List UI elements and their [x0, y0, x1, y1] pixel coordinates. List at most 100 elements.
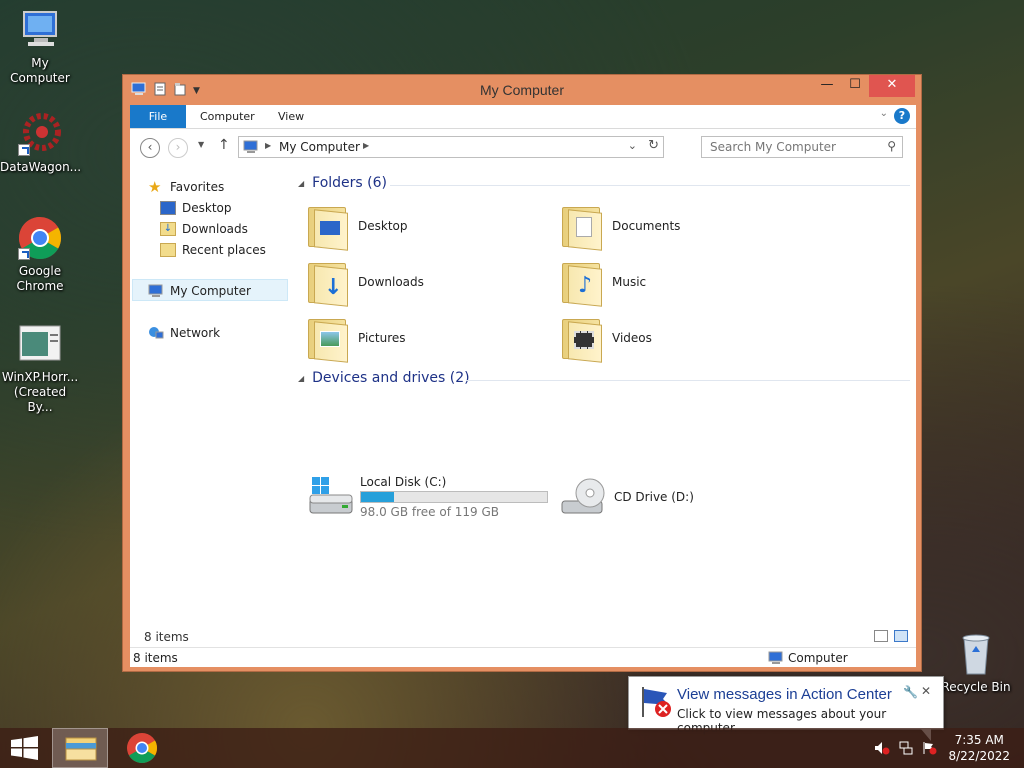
nav-desktop[interactable]: Desktop: [160, 198, 232, 218]
tab-computer[interactable]: Computer: [186, 105, 269, 128]
maximize-button[interactable]: ☐: [841, 75, 869, 97]
nav-network[interactable]: Network: [148, 323, 220, 343]
star-icon: ★: [148, 178, 162, 196]
minimize-button[interactable]: —: [813, 75, 841, 97]
group-divider: [390, 185, 910, 186]
notification-close-button[interactable]: ✕: [921, 684, 931, 698]
action-center-tray-icon[interactable]: [922, 741, 938, 755]
breadcrumb-separator-icon: ▶: [265, 141, 272, 150]
title-bar[interactable]: ▼ My Computer — ☐ ✕: [123, 75, 921, 105]
shortcut-arrow-icon: [18, 144, 30, 156]
folder-label: Documents: [612, 219, 681, 233]
details-view-icon[interactable]: [874, 630, 888, 642]
drive-tile-local-disk[interactable]: Local Disk (C:) 98.0 GB free of 119 GB: [306, 475, 548, 519]
folder-tile-music[interactable]: ♪ Music: [560, 259, 647, 307]
volume-muted-icon[interactable]: [874, 741, 890, 755]
wrench-icon[interactable]: 🔧: [903, 685, 918, 699]
explorer-window: ▼ My Computer — ☐ ✕ File Computer View ⌄…: [122, 74, 922, 672]
nav-my-computer[interactable]: My Computer: [148, 281, 251, 301]
tab-view[interactable]: View: [264, 105, 318, 128]
nav-downloads[interactable]: ↓ Downloads: [160, 219, 248, 239]
ribbon-tabs: File Computer View ⌄ ?: [130, 105, 916, 129]
desktop-icon-label: My Computer: [10, 56, 70, 85]
desktop-icon-winxp[interactable]: WinXP.Horr... (Created By...: [0, 322, 80, 415]
folder-tile-documents[interactable]: Documents: [560, 203, 681, 251]
folder-tile-desktop[interactable]: Desktop: [306, 203, 408, 251]
nav-recent-places[interactable]: Recent places: [160, 240, 266, 260]
group-header-folders[interactable]: ◢ Folders (6): [298, 175, 387, 191]
notification-title: View messages in Action Center: [677, 686, 892, 703]
collapse-triangle-icon: ◢: [298, 178, 305, 188]
folder-label: Music: [612, 275, 647, 289]
desktop-icon-google-chrome[interactable]: Google Chrome: [0, 216, 80, 294]
desktop-icon-recycle-bin[interactable]: Recycle Bin: [936, 632, 1016, 695]
search-input[interactable]: Search My Computer ⚲: [701, 136, 903, 158]
refresh-icon[interactable]: ↻: [648, 138, 659, 153]
cd-drive-icon: [560, 475, 608, 519]
breadcrumb[interactable]: My Computer: [279, 140, 360, 154]
large-icons-view-icon[interactable]: [894, 630, 908, 642]
document-icon: [18, 322, 62, 366]
chrome-icon: [18, 216, 62, 260]
nav-recent-places-label: Recent places: [182, 243, 266, 257]
folder-tile-videos[interactable]: Videos: [560, 315, 652, 363]
drive-name: Local Disk (C:): [360, 475, 447, 489]
recycle-bin-icon: [954, 632, 998, 676]
status-computer-icon: [768, 651, 784, 668]
action-center-flag-icon: [639, 685, 673, 722]
folder-icon: [306, 315, 350, 363]
computer-icon: [148, 284, 164, 298]
back-button[interactable]: ‹: [140, 138, 160, 158]
clock[interactable]: 7:35 AM 8/22/2022: [948, 732, 1010, 764]
group-header-devices[interactable]: ◢ Devices and drives (2): [298, 370, 470, 386]
status-location: Computer: [788, 651, 848, 665]
address-toolbar: ‹ › ▼ ↑ ▶ My Computer ▶ ⌄ ↻ Search My Co…: [130, 129, 916, 165]
search-icon: ⚲: [887, 139, 896, 153]
status-item-count: 8 items: [133, 651, 178, 665]
group-header-label: Devices and drives (2): [312, 370, 470, 386]
tab-file[interactable]: File: [130, 105, 186, 128]
folder-tile-pictures[interactable]: Pictures: [306, 315, 406, 363]
desktop-icon-label: WinXP.Horr... (Created By...: [1, 370, 79, 414]
taskbar-file-explorer[interactable]: [52, 728, 108, 768]
address-history-chevron-icon[interactable]: ⌄: [628, 139, 637, 152]
chrome-icon: [127, 733, 158, 764]
clock-date: 8/22/2022: [948, 749, 1010, 763]
hard-drive-icon: [306, 475, 354, 519]
taskbar-chrome[interactable]: [114, 728, 170, 768]
group-header-label: Folders (6): [312, 175, 387, 191]
close-button[interactable]: ✕: [869, 75, 915, 97]
up-arrow-icon[interactable]: ↑: [218, 137, 230, 153]
folder-icon: [560, 315, 604, 363]
drive-usage-bar: [360, 491, 548, 503]
nav-my-computer-label: My Computer: [170, 284, 251, 298]
taskbar: 7:35 AM 8/22/2022: [0, 728, 1024, 768]
my-computer-icon: [18, 8, 62, 52]
network-tray-icon[interactable]: [898, 741, 914, 755]
nav-favorites-label: Favorites: [170, 180, 225, 194]
desktop-icon-datawagon[interactable]: DataWagon...: [0, 112, 81, 175]
details-status: 8 items: [130, 627, 916, 649]
clock-time: 7:35 AM: [954, 733, 1004, 747]
start-button[interactable]: [0, 728, 56, 768]
recent-locations-chevron-icon[interactable]: ▼: [198, 140, 204, 149]
expand-ribbon-icon[interactable]: ⌄: [880, 108, 888, 119]
drive-tile-cd[interactable]: CD Drive (D:): [560, 475, 694, 519]
folder-icon: [306, 203, 350, 251]
breadcrumb-separator-icon[interactable]: ▶: [363, 141, 369, 150]
search-placeholder: Search My Computer: [710, 140, 836, 154]
action-center-notification[interactable]: View messages in Action Center Click to …: [628, 676, 944, 741]
folder-label: Pictures: [358, 331, 406, 345]
help-icon[interactable]: ?: [894, 108, 910, 124]
content-area: ★ Favorites Desktop ↓ Downloads Recent p…: [130, 165, 916, 639]
nav-downloads-label: Downloads: [182, 222, 248, 236]
address-bar[interactable]: ▶ My Computer ▶ ⌄ ↻: [238, 136, 664, 158]
desktop-icon-my-computer[interactable]: My Computer: [0, 8, 80, 86]
folder-tile-downloads[interactable]: ↓ Downloads: [306, 259, 424, 307]
folder-label: Desktop: [358, 219, 408, 233]
nav-favorites[interactable]: ★ Favorites: [148, 177, 224, 197]
desktop-icon-label: Google Chrome: [16, 264, 64, 293]
forward-button[interactable]: ›: [168, 138, 188, 158]
nav-desktop-label: Desktop: [182, 201, 232, 215]
downloads-icon: ↓: [160, 222, 176, 236]
